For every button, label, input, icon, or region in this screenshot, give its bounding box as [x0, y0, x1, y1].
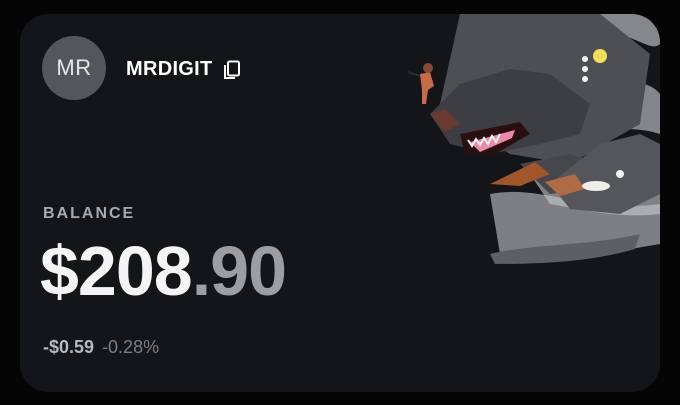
avatar-initials: MR [56, 55, 92, 80]
balance-amount-cents: .90 [191, 232, 287, 310]
change-absolute: -$0.59 [43, 337, 95, 357]
balance-label: BALANCE [43, 205, 136, 222]
profile-header: MRDIGIT [126, 58, 243, 81]
avatar[interactable]: MR [42, 36, 106, 100]
balance-card: MR MRDIGIT BALANCE $208.90 -$0.59 -0.28% [20, 14, 660, 392]
balance-amount-main: $208 [40, 232, 193, 310]
balance-change: -$0.59 -0.28% [43, 337, 159, 358]
copy-icon[interactable] [223, 59, 243, 81]
username: MRDIGIT [126, 58, 213, 80]
three-headed-wolf-artwork [400, 14, 660, 274]
balance-amount: $208.90 [40, 236, 287, 306]
change-percent: -0.28% [102, 337, 160, 357]
